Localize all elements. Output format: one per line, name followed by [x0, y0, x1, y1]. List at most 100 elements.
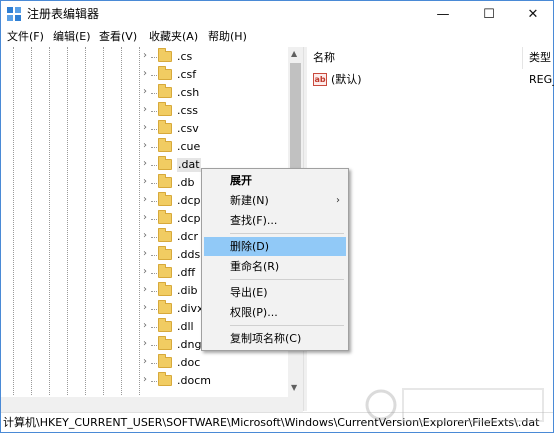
- tree-item[interactable]: › .docm: [143, 372, 288, 390]
- tree-item[interactable]: › .doc: [143, 354, 288, 372]
- minimize-button[interactable]: —: [421, 1, 465, 28]
- tree-item[interactable]: › .cs: [143, 48, 288, 66]
- string-value-icon: ab: [313, 73, 327, 86]
- expand-arrow-icon[interactable]: ›: [143, 374, 147, 385]
- folder-icon: [158, 102, 172, 116]
- folder-icon: [158, 372, 172, 386]
- value-name: (默认): [331, 73, 362, 86]
- registry-editor-icon: [7, 7, 21, 21]
- tree-item[interactable]: › .csh: [143, 84, 288, 102]
- tree-item-label: .doc: [177, 356, 201, 369]
- expand-arrow-icon[interactable]: ›: [143, 122, 147, 133]
- tree-item-label: .dat: [177, 158, 201, 172]
- watermark-logo: [365, 388, 544, 422]
- tree-item-label: .dcr: [177, 230, 199, 243]
- scroll-down-arrow-icon[interactable]: ▼: [291, 383, 297, 392]
- expand-arrow-icon[interactable]: ›: [143, 356, 147, 367]
- tree-item[interactable]: › .css: [143, 102, 288, 120]
- menu-favorites[interactable]: 收藏夹(A): [149, 30, 198, 44]
- menu-item-find[interactable]: 查找(F)...: [204, 211, 346, 230]
- tree-item-label: .dng: [177, 338, 202, 351]
- menu-item-delete[interactable]: 删除(D): [204, 237, 346, 256]
- title-bar[interactable]: 注册表编辑器 — ☐ ✕: [1, 1, 553, 28]
- folder-icon: [158, 354, 172, 368]
- folder-icon: [158, 228, 172, 242]
- chevron-right-icon: ›: [336, 195, 340, 206]
- tree-item-label: .docm: [177, 374, 211, 387]
- expand-arrow-icon[interactable]: ›: [143, 266, 147, 277]
- tree-item-label: .cs: [177, 50, 193, 63]
- window-title: 注册表编辑器: [27, 7, 100, 21]
- folder-icon: [158, 318, 172, 332]
- tree-item-label: .csv: [177, 122, 199, 135]
- column-header-type[interactable]: 类型: [523, 47, 554, 69]
- folder-icon: [158, 192, 172, 206]
- tree-item-label: .dds: [177, 248, 201, 261]
- column-header-name[interactable]: 名称: [307, 47, 523, 69]
- tree-item-label: .dcp: [177, 212, 201, 225]
- tree-item-label: .cue: [177, 140, 201, 153]
- menu-separator: [230, 233, 344, 234]
- folder-icon: [158, 48, 172, 62]
- scroll-up-arrow-icon[interactable]: ▲: [291, 49, 297, 58]
- maximize-button[interactable]: ☐: [467, 1, 511, 28]
- menu-item-rename[interactable]: 重命名(R): [204, 257, 346, 276]
- value-type: REG_: [529, 73, 554, 86]
- expand-arrow-icon[interactable]: ›: [143, 284, 147, 295]
- folder-icon: [158, 336, 172, 350]
- folder-icon: [158, 138, 172, 152]
- expand-arrow-icon[interactable]: ›: [143, 86, 147, 97]
- menu-item-new-label: 新建(N): [230, 194, 269, 207]
- expand-arrow-icon[interactable]: ›: [143, 140, 147, 151]
- menu-edit[interactable]: 编辑(E): [53, 30, 91, 44]
- menu-item-permissions[interactable]: 权限(P)...: [204, 303, 346, 322]
- folder-icon: [158, 246, 172, 260]
- folder-icon: [158, 66, 172, 80]
- tree-item-label: .dll: [177, 320, 194, 333]
- menu-item-new[interactable]: 新建(N) ›: [204, 191, 346, 210]
- expand-arrow-icon[interactable]: ›: [143, 176, 147, 187]
- tree-item-label: .divx: [177, 302, 204, 315]
- menu-separator: [230, 325, 344, 326]
- expand-arrow-icon[interactable]: ›: [143, 68, 147, 79]
- folder-icon: [158, 84, 172, 98]
- menu-item-expand[interactable]: 展开: [204, 171, 346, 190]
- menu-item-export[interactable]: 导出(E): [204, 283, 346, 302]
- menu-file[interactable]: 文件(F): [7, 30, 44, 44]
- menu-help[interactable]: 帮助(H): [208, 30, 247, 44]
- folder-icon: [158, 264, 172, 278]
- tree-item[interactable]: › .cue: [143, 138, 288, 156]
- tree-item-label: .csh: [177, 86, 200, 99]
- folder-icon: [158, 210, 172, 224]
- expand-arrow-icon[interactable]: ›: [143, 230, 147, 241]
- expand-arrow-icon[interactable]: ›: [143, 50, 147, 61]
- expand-arrow-icon[interactable]: ›: [143, 338, 147, 349]
- expand-arrow-icon[interactable]: ›: [143, 104, 147, 115]
- context-menu: 展开 新建(N) › 查找(F)... 删除(D) 重命名(R) 导出(E) 权…: [201, 168, 349, 351]
- value-row-default[interactable]: ab (默认) REG_: [307, 71, 554, 89]
- tree-item[interactable]: › .csf: [143, 66, 288, 84]
- tree-item-label: .csf: [177, 68, 197, 81]
- tree-item-label: .dcp: [177, 194, 201, 207]
- expand-arrow-icon[interactable]: ›: [143, 158, 147, 169]
- menu-bar: 文件(F) 编辑(E) 查看(V) 收藏夹(A) 帮助(H): [1, 28, 553, 47]
- close-button[interactable]: ✕: [511, 1, 554, 28]
- folder-icon: [158, 156, 172, 170]
- tree-item-label: .db: [177, 176, 195, 189]
- folder-icon: [158, 300, 172, 314]
- registry-editor-window: 注册表编辑器 — ☐ ✕ 文件(F) 编辑(E) 查看(V) 收藏夹(A) 帮助…: [0, 0, 554, 433]
- tree-item-label: .dib: [177, 284, 198, 297]
- menu-view[interactable]: 查看(V): [99, 30, 137, 44]
- tree-horizontal-scrollbar[interactable]: [1, 397, 303, 412]
- menu-item-copy-key-name[interactable]: 复制项名称(C): [204, 329, 346, 348]
- expand-arrow-icon[interactable]: ›: [143, 212, 147, 223]
- tree-item-label: .css: [177, 104, 199, 117]
- folder-icon: [158, 174, 172, 188]
- folder-icon: [158, 282, 172, 296]
- expand-arrow-icon[interactable]: ›: [143, 248, 147, 259]
- expand-arrow-icon[interactable]: ›: [143, 302, 147, 313]
- expand-arrow-icon[interactable]: ›: [143, 194, 147, 205]
- menu-separator: [230, 279, 344, 280]
- tree-item[interactable]: › .csv: [143, 120, 288, 138]
- expand-arrow-icon[interactable]: ›: [143, 320, 147, 331]
